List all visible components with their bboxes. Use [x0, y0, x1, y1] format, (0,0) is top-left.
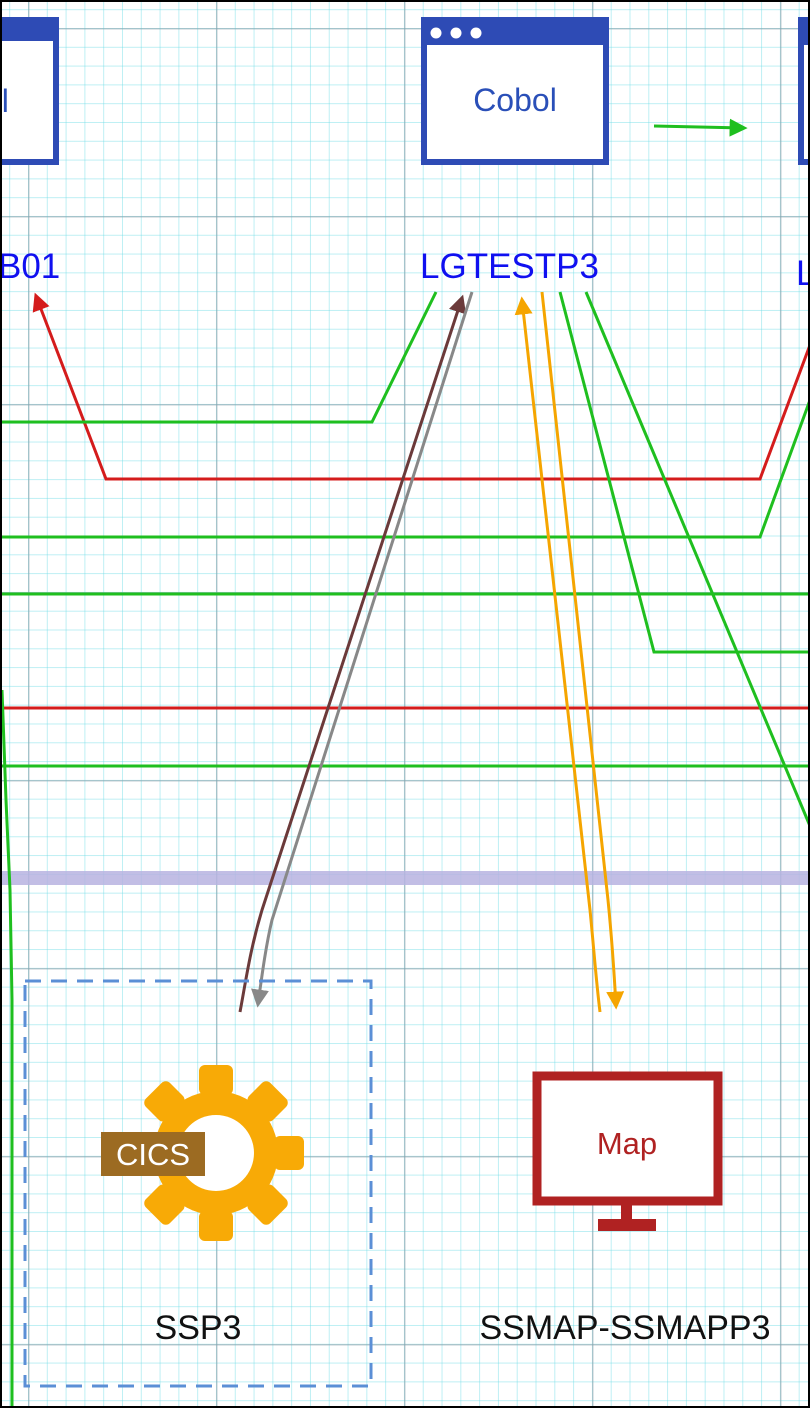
flow-arrow-cics-call: [238, 294, 467, 1013]
flow-line-green: [0, 689, 14, 1408]
program-label-right: L: [796, 254, 810, 293]
map-screen-label: Map: [597, 1126, 657, 1161]
flow-arrow-cics-return: [251, 291, 474, 1008]
flow-arrow-map-receive: [540, 291, 625, 1010]
diagram-canvas: ol Cobol B01 LGTESTP3 L: [0, 0, 810, 1408]
flow-line-green: [558, 291, 810, 654]
flow-arrow-map-send: [514, 296, 602, 1013]
cics-badge-label: CICS: [116, 1137, 190, 1172]
cics-node-label: SSP3: [155, 1309, 242, 1347]
window-icon: ol: [0, 17, 59, 165]
window-icon: [798, 17, 810, 165]
program-label-center: LGTESTP3: [420, 247, 599, 286]
lane-divider: [0, 871, 810, 885]
center-window-title: Cobol: [473, 82, 557, 118]
program-label-left: B01: [0, 247, 60, 286]
map-node-label: SSMAP-SSMAPP3: [480, 1309, 771, 1347]
flow-arrow-green-top: [653, 118, 748, 137]
window-icon: Cobol: [421, 17, 609, 165]
flow-arrow-red: [32, 292, 810, 481]
diagram-svg: ol Cobol B01 LGTESTP3 L: [0, 17, 810, 1408]
flow-line-green: [0, 291, 438, 424]
left-window-title: ol: [0, 83, 9, 119]
flow-line-green: [584, 291, 810, 827]
